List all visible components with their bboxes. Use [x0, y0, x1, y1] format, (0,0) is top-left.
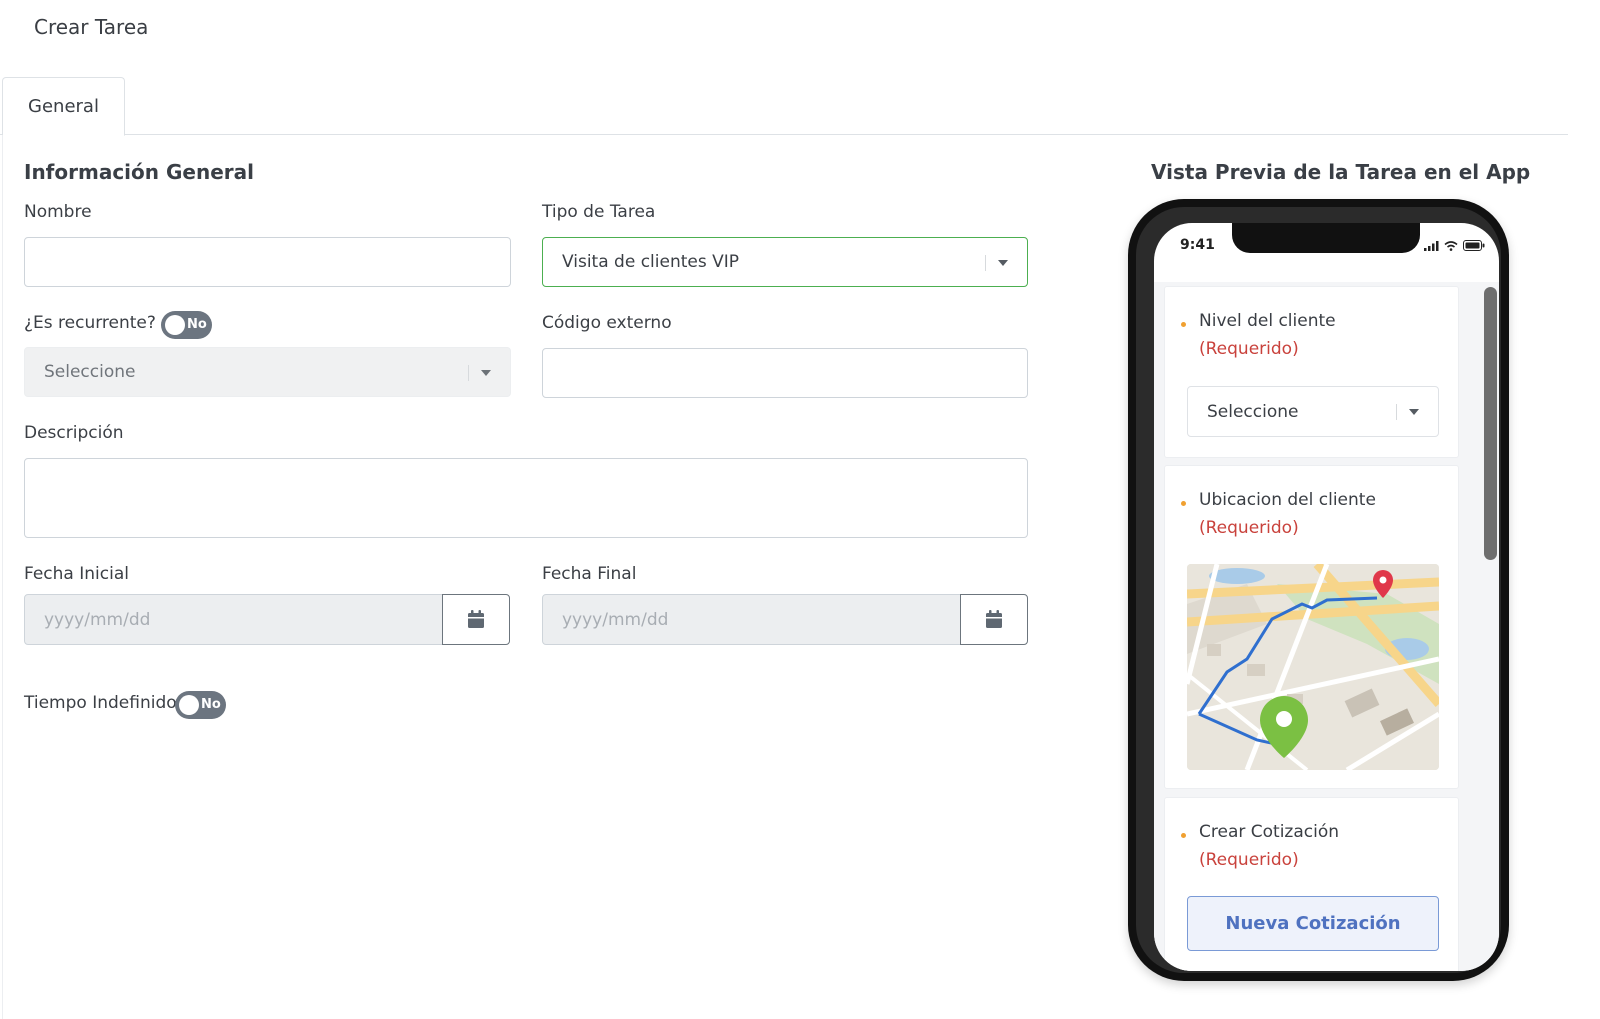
tiempo-indefinido-toggle-label: No [201, 697, 221, 712]
select-separator [985, 255, 986, 271]
phone-bezel: 9:41 Nivel del cliente (Requerido) Selec… [1136, 207, 1501, 973]
bullet [1181, 501, 1186, 506]
page-title: Crear Tarea [34, 15, 149, 39]
status-time: 9:41 [1180, 237, 1215, 253]
fecha-inicial-label: Fecha Inicial [24, 564, 129, 584]
recurrente-toggle[interactable]: No [161, 311, 212, 339]
tab-general[interactable]: General [2, 77, 125, 136]
recurrente-select[interactable]: Seleccione [24, 347, 511, 397]
caret-down-icon [1409, 409, 1419, 415]
fecha-inicial-input[interactable]: yyyy/mm/dd [24, 594, 443, 645]
phone-mockup: 9:41 Nivel del cliente (Requerido) Selec… [1128, 199, 1509, 981]
recurrente-label: ¿Es recurrente? [24, 313, 156, 333]
ubicacion-cliente-title: Ubicacion del cliente [1199, 490, 1376, 510]
tipo-tarea-value: Visita de clientes VIP [562, 252, 740, 272]
codigo-externo-input[interactable] [542, 348, 1028, 398]
nivel-cliente-title: Nivel del cliente [1199, 311, 1336, 331]
crear-cotizacion-title: Crear Cotización [1199, 822, 1340, 842]
map-illustration [1187, 564, 1439, 770]
status-icons [1424, 240, 1485, 251]
calendar-icon [468, 610, 484, 628]
descripcion-input[interactable] [24, 458, 1028, 538]
nivel-cliente-card: Nivel del cliente (Requerido) Seleccione [1164, 286, 1459, 458]
wifi-icon [1444, 241, 1458, 251]
app-screen-body: Nivel del cliente (Requerido) Seleccione… [1154, 282, 1499, 971]
tipo-tarea-label: Tipo de Tarea [542, 202, 656, 222]
crear-cotizacion-card: Crear Cotización (Requerido) Nueva Cotiz… [1164, 797, 1459, 971]
required-label: (Requerido) [1199, 850, 1299, 870]
nombre-label: Nombre [24, 202, 92, 222]
section-title: Información General [24, 160, 254, 184]
fecha-final-label: Fecha Final [542, 564, 637, 584]
phone-notch [1232, 223, 1420, 253]
phone-screen: 9:41 Nivel del cliente (Requerido) Selec… [1154, 223, 1499, 971]
bullet [1181, 322, 1186, 327]
required-label: (Requerido) [1199, 518, 1299, 538]
required-label: (Requerido) [1199, 339, 1299, 359]
nivel-select-value: Seleccione [1207, 401, 1299, 422]
caret-down-icon [481, 370, 491, 376]
fecha-inicial-calendar-button[interactable] [442, 594, 510, 645]
location-map[interactable] [1187, 564, 1439, 770]
tipo-tarea-select[interactable]: Visita de clientes VIP [542, 237, 1028, 287]
select-separator [1396, 404, 1397, 420]
preview-title: Vista Previa de la Tarea en el App [1151, 160, 1531, 184]
battery-icon [1463, 240, 1485, 251]
descripcion-label: Descripción [24, 423, 124, 443]
select-separator [468, 365, 469, 381]
signal-icon [1424, 241, 1439, 251]
ubicacion-cliente-card: Ubicacion del cliente (Requerido) [1164, 465, 1459, 789]
bullet [1181, 833, 1186, 838]
recurrente-select-value: Seleccione [44, 362, 136, 382]
fecha-final-input[interactable]: yyyy/mm/dd [542, 594, 961, 645]
tab-bar: General [0, 77, 1568, 136]
toggle-knob [165, 315, 185, 335]
nombre-input[interactable] [24, 237, 511, 287]
nivel-cliente-select[interactable]: Seleccione [1187, 386, 1439, 437]
fecha-final-calendar-button[interactable] [960, 594, 1028, 645]
calendar-icon [986, 610, 1002, 628]
recurrente-toggle-label: No [187, 317, 207, 332]
tiempo-indefinido-toggle[interactable]: No [175, 691, 226, 719]
nueva-cotizacion-button[interactable]: Nueva Cotización [1187, 896, 1439, 951]
codigo-externo-label: Código externo [542, 313, 672, 333]
tiempo-indefinido-label: Tiempo Indefinido [24, 693, 177, 713]
toggle-knob [179, 695, 199, 715]
scrollbar-thumb[interactable] [1484, 287, 1497, 560]
caret-down-icon [998, 260, 1008, 266]
